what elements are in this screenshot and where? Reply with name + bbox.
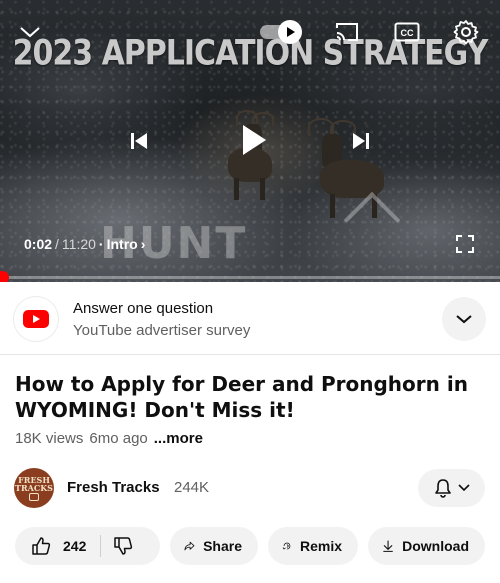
like-count: 242 xyxy=(63,538,87,554)
subscriber-count: 244K xyxy=(174,479,210,496)
chapter-dot: · xyxy=(98,236,104,252)
remix-label: Remix xyxy=(299,538,342,554)
like-dislike-group: 242 xyxy=(15,527,160,565)
progress-scrubber[interactable] xyxy=(0,271,9,282)
chapter-title[interactable]: Intro xyxy=(107,236,138,252)
download-button[interactable]: Download xyxy=(368,527,485,565)
chapter-chevron-icon[interactable]: › xyxy=(141,236,146,252)
channel-name[interactable]: Fresh Tracks xyxy=(67,479,160,496)
autoplay-play-icon xyxy=(287,27,295,37)
thumbs-down-icon xyxy=(114,537,133,555)
video-title[interactable]: How to Apply for Deer and Pronghorn in W… xyxy=(15,371,485,423)
share-arrow-icon xyxy=(184,541,195,551)
fullscreen-icon[interactable] xyxy=(452,232,478,256)
remix-button[interactable]: Remix xyxy=(268,527,358,565)
share-label: Share xyxy=(203,538,242,554)
notification-settings-button[interactable] xyxy=(418,469,485,507)
captions-icon[interactable]: CC xyxy=(392,18,422,46)
current-time: 0:02 xyxy=(24,236,53,252)
advertiser-survey-card[interactable]: Answer one question YouTube advertiser s… xyxy=(0,283,500,355)
time-display[interactable]: 0:02 / 11:20 · Intro › xyxy=(24,236,145,252)
thumbs-up-icon xyxy=(32,537,51,555)
share-button[interactable]: Share xyxy=(170,527,258,565)
avatar-text-line2: TRACKS xyxy=(15,482,53,493)
survey-title: Answer one question xyxy=(73,300,214,317)
next-icon[interactable] xyxy=(346,126,376,156)
youtube-logo-icon xyxy=(14,297,58,341)
cast-icon[interactable] xyxy=(332,18,362,46)
autoplay-toggle[interactable] xyxy=(260,20,306,44)
survey-subtitle: YouTube advertiser survey xyxy=(73,322,251,339)
svg-text:CC: CC xyxy=(401,28,414,38)
previous-icon[interactable] xyxy=(124,126,154,156)
avatar-mark-icon xyxy=(29,492,39,501)
collapse-chevron-icon[interactable] xyxy=(16,18,44,46)
more-link[interactable]: ...more xyxy=(154,430,203,447)
channel-avatar[interactable]: FRESH TRACKS xyxy=(14,468,54,508)
play-icon[interactable] xyxy=(232,118,276,162)
like-divider xyxy=(100,535,102,557)
bell-icon xyxy=(434,479,451,498)
chevron-down-icon xyxy=(456,315,472,324)
progress-bar[interactable] xyxy=(0,271,500,282)
like-button[interactable]: 242 xyxy=(31,536,86,556)
autoplay-knob xyxy=(278,20,302,44)
video-metadata[interactable]: 18K views 6mo ago ...more xyxy=(15,430,203,447)
dislike-button[interactable] xyxy=(113,536,133,556)
survey-expand-button[interactable] xyxy=(442,297,486,341)
view-count: 18K views xyxy=(15,430,84,447)
remix-icon xyxy=(282,542,291,550)
video-player[interactable]: 2023 APPLICATION STRATEGY HUNT CC 0:02 /… xyxy=(0,0,500,282)
download-label: Download xyxy=(402,538,469,554)
time-separator: / xyxy=(55,236,59,252)
settings-gear-icon[interactable] xyxy=(450,16,482,48)
upload-age: 6mo ago xyxy=(89,430,148,447)
chevron-down-icon xyxy=(457,484,470,492)
download-icon xyxy=(383,540,393,552)
duration: 11:20 xyxy=(61,236,96,252)
video-title-overlay: 2023 APPLICATION STRATEGY xyxy=(12,33,489,74)
action-row: 242 Share Remix Download xyxy=(15,527,485,565)
